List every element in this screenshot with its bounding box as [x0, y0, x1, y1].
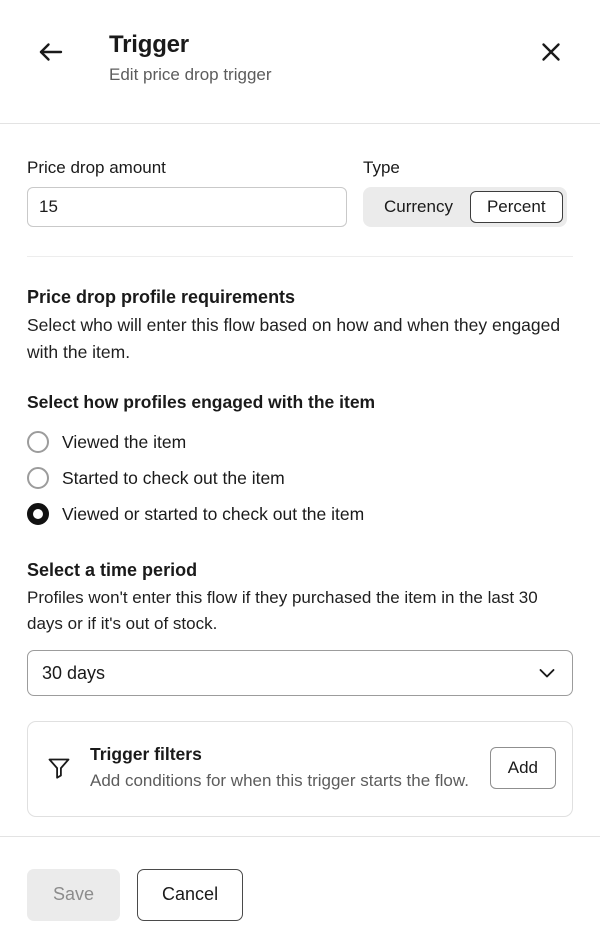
type-option-currency[interactable]: Currency [367, 191, 470, 223]
radio-option-viewed-or-started-checkout[interactable]: Viewed or started to check out the item [27, 496, 573, 532]
engagement-radio-group[interactable]: Viewed the item Started to check out the… [27, 424, 573, 532]
page-subtitle: Edit price drop trigger [109, 65, 272, 84]
close-icon [538, 39, 564, 68]
type-segmented-control[interactable]: Currency Percent [363, 187, 567, 227]
time-period-section: Select a time period Profiles won't ente… [27, 532, 573, 696]
chevron-down-icon [536, 662, 558, 684]
time-period-selected-value: 30 days [42, 662, 106, 683]
panel-header: Trigger Edit price drop trigger [0, 0, 600, 124]
trigger-edit-panel: Trigger Edit price drop trigger Price dr… [0, 0, 600, 952]
amount-and-type-row: Price drop amount Type Currency Percent [27, 124, 573, 227]
radio-label: Viewed or started to check out the item [62, 504, 365, 524]
filter-funnel-icon [44, 755, 74, 781]
time-period-select[interactable]: 30 days [27, 650, 573, 696]
radio-unchecked-icon [27, 467, 49, 489]
radio-option-started-checkout[interactable]: Started to check out the item [27, 460, 573, 496]
engagement-subtitle: Select how profiles engaged with the ite… [27, 392, 376, 412]
body-bottom-spacer [27, 817, 573, 836]
radio-option-viewed-item[interactable]: Viewed the item [27, 424, 573, 460]
page-title: Trigger [109, 31, 189, 58]
add-trigger-filter-button[interactable]: Add [489, 746, 556, 789]
trigger-filters-texts: Trigger filters Add conditions for when … [90, 742, 474, 794]
close-button[interactable] [529, 31, 573, 75]
trigger-filters-description: Add conditions for when this trigger sta… [90, 770, 469, 790]
arrow-left-icon [36, 37, 66, 70]
panel-footer: Save Cancel [0, 836, 600, 952]
requirements-title: Price drop profile requirements [27, 287, 296, 307]
type-option-percent[interactable]: Percent [469, 191, 563, 223]
back-button[interactable] [29, 31, 73, 75]
price-drop-amount-input[interactable] [27, 187, 347, 227]
requirements-description: Select who will enter this flow based on… [27, 315, 561, 362]
time-period-select-wrap: 30 days [27, 650, 573, 696]
price-drop-amount-label: Price drop amount [27, 158, 166, 177]
type-label: Type [363, 158, 400, 177]
radio-label: Viewed the item [62, 432, 187, 452]
header-text-group: Trigger Edit price drop trigger [109, 30, 272, 86]
radio-unchecked-icon [27, 431, 49, 453]
save-button[interactable]: Save [27, 868, 121, 921]
trigger-filters-title: Trigger filters [90, 743, 202, 764]
type-group: Type Currency Percent [363, 157, 573, 227]
price-drop-amount-group: Price drop amount [27, 157, 347, 227]
radio-checked-icon [27, 503, 49, 525]
time-period-description: Profiles won't enter this flow if they p… [27, 588, 538, 633]
radio-label: Started to check out the item [62, 468, 285, 488]
panel-body[interactable]: Price drop amount Type Currency Percent … [0, 124, 600, 836]
time-period-title: Select a time period [27, 560, 198, 580]
trigger-filters-card: Trigger filters Add conditions for when … [27, 721, 573, 817]
cancel-button[interactable]: Cancel [137, 868, 244, 921]
profile-requirements-section: Price drop profile requirements Select w… [27, 257, 573, 532]
